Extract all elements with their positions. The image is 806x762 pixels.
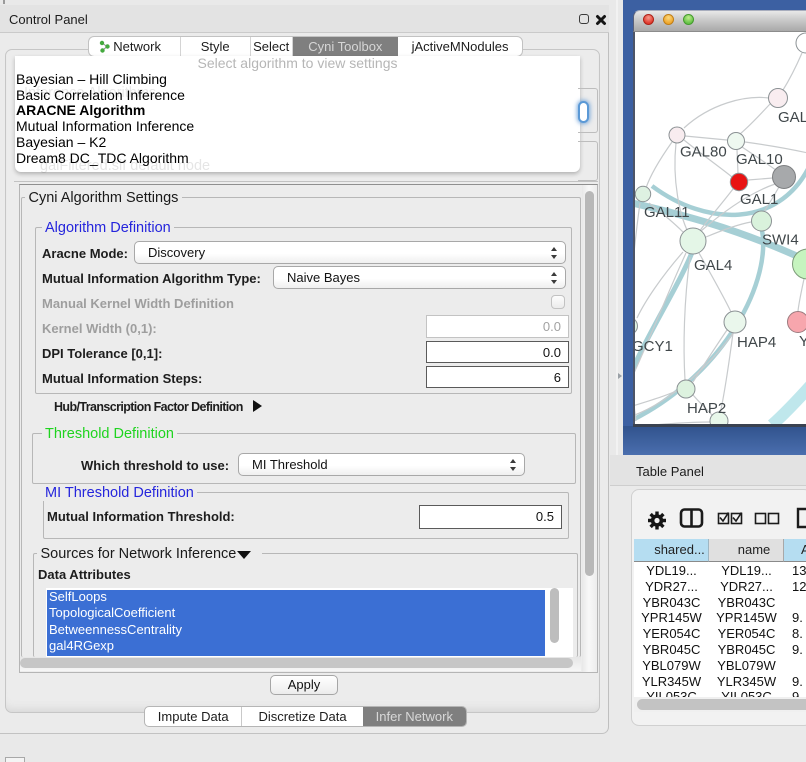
svg-text:GCY1: GCY1 bbox=[633, 338, 673, 355]
svg-text:HAP4: HAP4 bbox=[737, 334, 776, 351]
svg-text:GAL80: GAL80 bbox=[680, 143, 727, 160]
svg-text:GAL7: GAL7 bbox=[778, 109, 806, 126]
svg-text:GAL11: GAL11 bbox=[644, 204, 690, 221]
svg-text:YJ: YJ bbox=[799, 333, 806, 350]
svg-text:GAL10: GAL10 bbox=[736, 151, 783, 168]
svg-text:GAL4: GAL4 bbox=[694, 257, 732, 274]
svg-text:HAP2: HAP2 bbox=[687, 400, 726, 417]
svg-text:GAL1: GAL1 bbox=[740, 191, 778, 208]
svg-text:SWI4: SWI4 bbox=[762, 231, 799, 248]
